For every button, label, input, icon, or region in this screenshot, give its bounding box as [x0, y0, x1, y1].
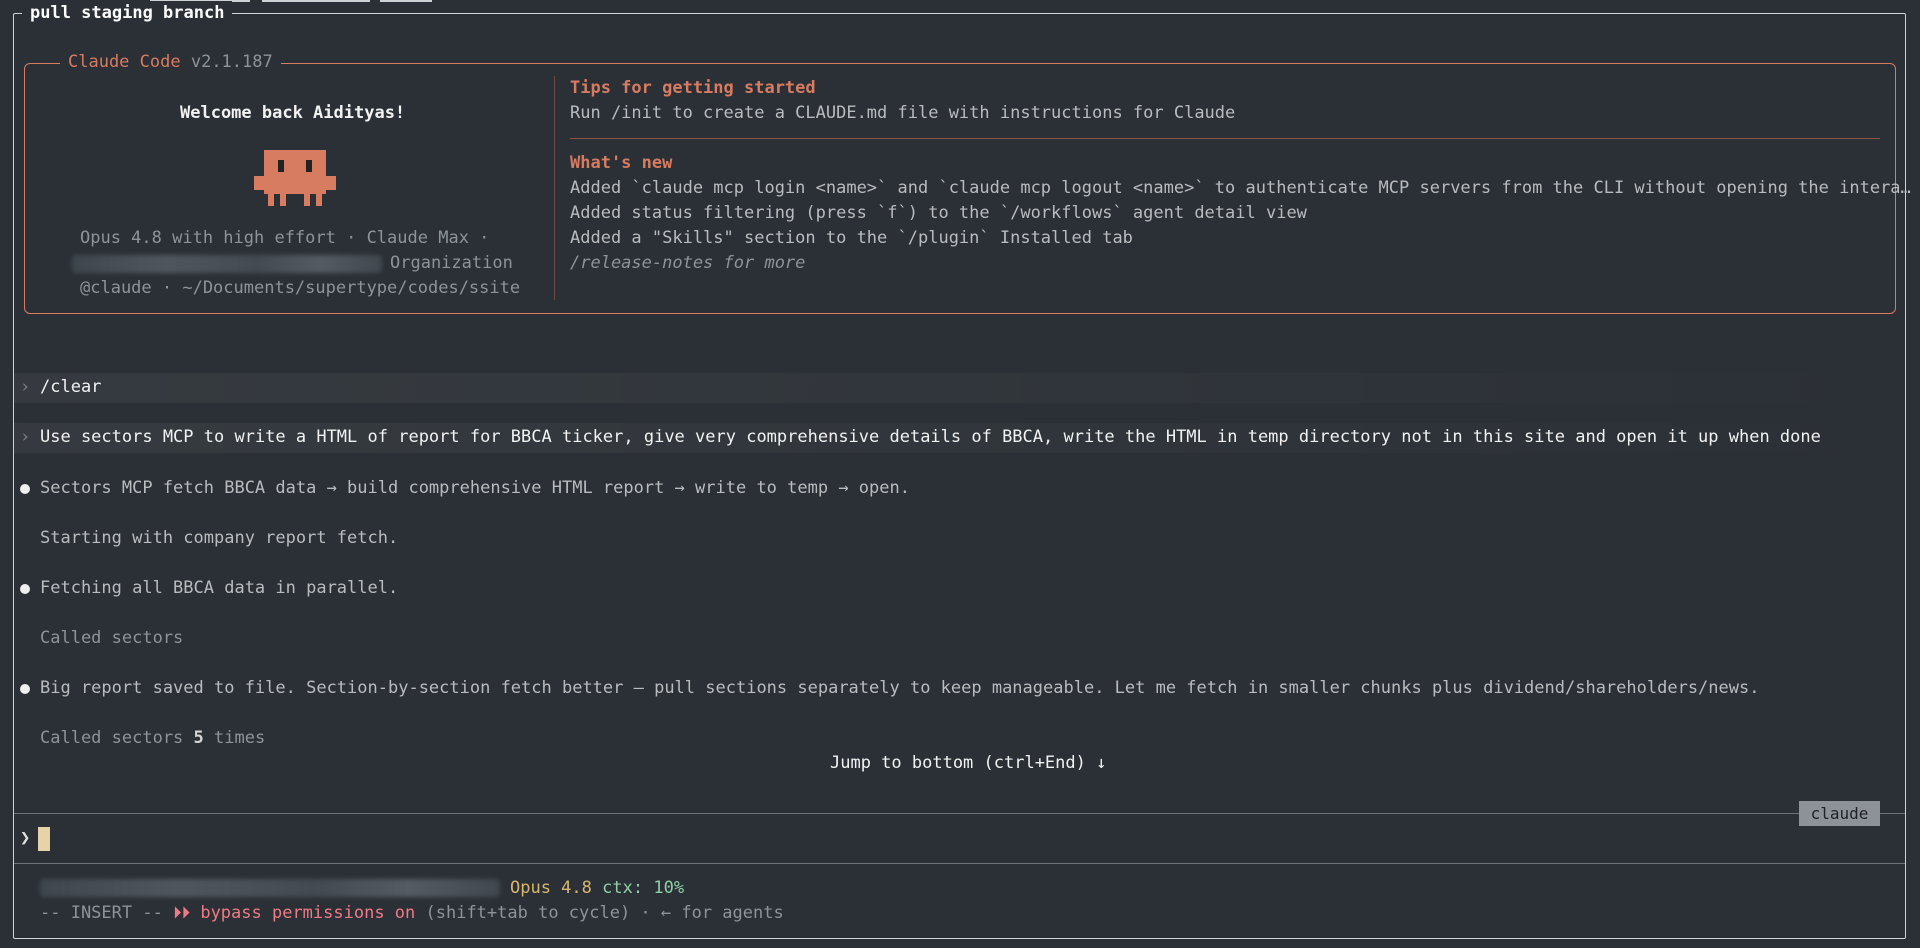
clear-row-highlight	[14, 373, 1905, 403]
input-cursor[interactable]	[38, 827, 50, 851]
tool-call-summary[interactable]: Called sectors 5 times	[40, 726, 265, 751]
command-clear: /clear	[40, 377, 102, 397]
welcome-divider-horizontal	[570, 138, 1880, 139]
mascot-icon	[254, 150, 336, 212]
bypass-icon: ⏵⏵	[173, 903, 191, 923]
release-notes-link[interactable]: /release-notes for more	[570, 251, 805, 276]
prompt-chevron-icon: ›	[20, 427, 31, 447]
whats-new-item: Added `claude mcp login <name>` and `cla…	[570, 178, 1911, 198]
tool-call-suffix: times	[203, 728, 266, 748]
redacted-org-name	[72, 255, 382, 273]
assistant-message: Fetching all BBCA data in parallel.	[40, 578, 399, 598]
insert-mode-indicator: -- INSERT --	[40, 903, 163, 923]
tool-call-prefix: Called sectors	[40, 728, 194, 748]
tool-call-count: 5	[193, 728, 204, 748]
tips-text: Run /init to create a CLAUDE.md file wit…	[570, 103, 1236, 123]
welcome-title: Claude Code v2.1.187	[60, 50, 281, 75]
status-model-name: Opus 4.8	[510, 878, 592, 898]
message-bullet-icon	[20, 584, 30, 594]
user-prompt: Use sectors MCP to write a HTML of repor…	[40, 427, 1821, 447]
model-line: Opus 4.8 with high effort · Claude Max ·	[80, 228, 490, 248]
status-ctx-value: 10%	[653, 878, 685, 898]
org-suffix: Organization	[390, 253, 513, 273]
tool-call-summary[interactable]: Called sectors	[40, 626, 183, 651]
whats-new-heading: What's new	[570, 153, 673, 173]
prompt-chevron-icon: ›	[20, 377, 31, 397]
status-model: Opus 4.8 ctx: 10%	[510, 876, 684, 901]
assistant-message: Sectors MCP fetch BBCA data → build comp…	[40, 478, 910, 498]
tab-stub-3[interactable]	[380, 0, 432, 2]
mode-hint: (shift+tab to cycle) · ← for agents	[415, 903, 784, 923]
whats-new-item: Added a "Skills" section to the `/plugin…	[570, 228, 1133, 248]
input-separator-bottom	[14, 863, 1905, 864]
status-ctx-label: ctx:	[602, 878, 644, 898]
assistant-message: Big report saved to file. Section-by-sec…	[40, 678, 1760, 698]
message-bullet-icon	[20, 684, 30, 694]
redacted-status-info	[40, 879, 500, 897]
status-mode-line: -- INSERT -- ⏵⏵ bypass permissions on (s…	[40, 901, 784, 926]
welcome-divider-vertical	[554, 76, 555, 300]
input-separator-top	[14, 813, 1905, 814]
app-name: Claude Code	[68, 52, 181, 72]
bypass-permissions-text: bypass permissions on	[200, 903, 416, 923]
app-version: v2.1.187	[190, 52, 273, 72]
welcome-greeting: Welcome back Aidityas!	[180, 103, 406, 123]
jump-to-bottom-button[interactable]: Jump to bottom (ctrl+End) ↓	[830, 751, 1106, 776]
agent-tag: claude	[1799, 801, 1880, 826]
whats-new-item: Added status filtering (press `f`) to th…	[570, 203, 1307, 223]
path-line: @claude · ~/Documents/supertype/codes/ss…	[80, 278, 521, 298]
pane-title: pull staging branch	[22, 1, 233, 26]
input-prompt-icon: ❯	[20, 828, 31, 848]
message-bullet-icon	[20, 484, 30, 494]
assistant-message-sub: Starting with company report fetch.	[40, 528, 399, 548]
tab-stub-2[interactable]	[262, 0, 370, 2]
tips-heading: Tips for getting started	[570, 78, 816, 98]
